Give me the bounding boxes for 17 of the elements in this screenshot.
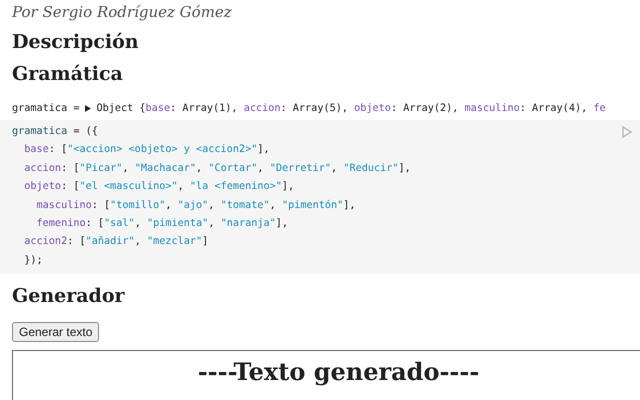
generate-button[interactable]: Generar texto — [12, 322, 100, 342]
code-line: femenino: ["sal", "pimienta", "naranja"], — [36, 217, 288, 232]
code-line: masculino: ["tomillo", "ajo", "tomate", "pimentón"], — [36, 198, 356, 213]
code-line: gramatica = ({ — [12, 125, 98, 139]
code-line: objeto: ["el <masculino>", "la <femenino>"], — [24, 180, 294, 194]
output-title: ----Texto generado---- — [196, 357, 480, 388]
code-line: accion2: ["añadir", "mezclar"] — [24, 235, 208, 250]
variable-name: gramatica = — [12, 102, 80, 114]
section-heading: Descripción — [12, 30, 140, 54]
section-heading: Generador — [12, 284, 126, 308]
code-line: accion: ["Picar", "Machacar", "Cortar", "Derretir", "Reducir"], — [24, 162, 411, 176]
code-line: }); — [24, 254, 43, 268]
expand-triangle-icon[interactable] — [85, 104, 92, 112]
object-summary: Object {base: Array(1), accion: Array(5), objeto: Array(2), masculino: Array(4), fe — [96, 102, 606, 114]
author-byline: Por Sergio Rodríguez Gómez — [12, 2, 233, 22]
code-line: base: ["<accion> <objeto> y <accion2>"], — [24, 143, 270, 158]
section-heading: Gramática — [12, 62, 124, 86]
